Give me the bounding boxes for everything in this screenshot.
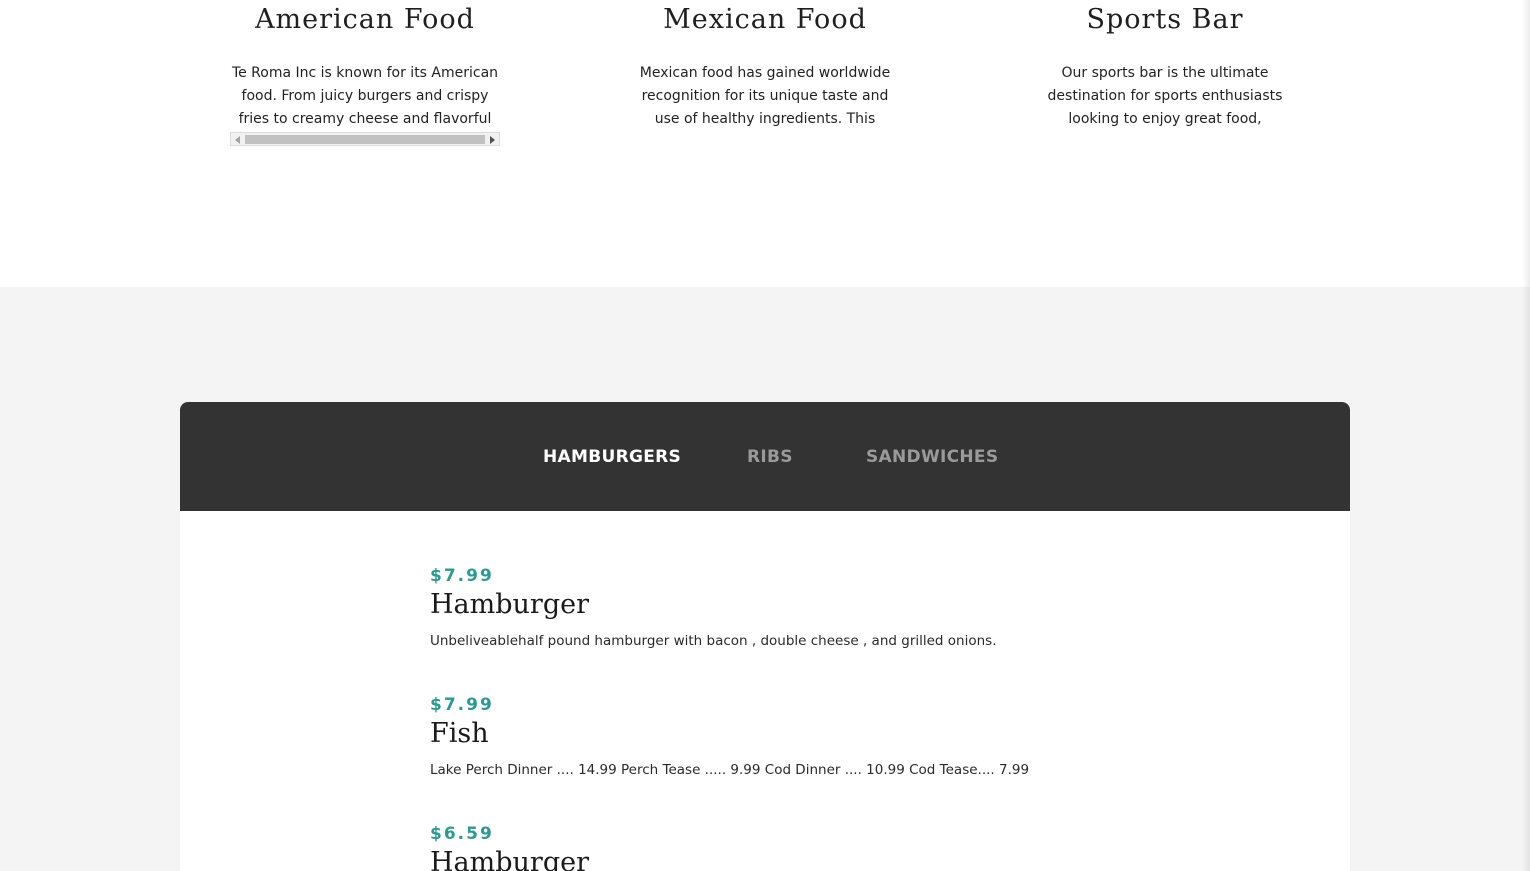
feature-title: Mexican Food [663,4,867,35]
item-price: $7.99 [430,566,494,586]
page-edge-shadow [1522,0,1530,871]
menu-card: HAMBURGERS RIBS SANDWICHES $7.99 Hamburg… [180,402,1350,871]
tab-ribs[interactable]: RIBS [747,447,793,467]
item-name: Fish [430,718,489,749]
feature-title: American Food [255,4,475,35]
feature-title: Sports Bar [1086,4,1244,35]
item-description: Unbeliveablehalf pound hamburger with ba… [430,633,997,649]
menu-item: $7.99 Fish Lake Perch Dinner .... 14.99 … [430,695,1029,778]
item-price: $7.99 [430,695,494,715]
item-description: Lake Perch Dinner .... 14.99 Perch Tease… [430,762,1030,778]
scrollbar-thumb[interactable] [245,135,485,144]
feature-text: Our sports bar is the ultimate destinati… [1047,65,1283,127]
tab-hamburgers[interactable]: HAMBURGERS [543,447,681,467]
feature-text: Mexican food has gained worldwide recogn… [639,65,891,127]
item-name: Hamburger [430,847,589,871]
horizontal-scrollbar[interactable] [230,132,500,146]
item-price: $6.59 [430,824,494,844]
menu-tabs: HAMBURGERS RIBS SANDWICHES [180,402,1350,511]
page: American Food Te Roma Inc is known for i… [0,0,1530,871]
scroll-left-arrow-icon[interactable] [235,136,240,144]
features-section: American Food Te Roma Inc is known for i… [0,0,1530,287]
tab-sandwiches[interactable]: SANDWICHES [866,447,998,467]
menu-item: $7.99 Hamburger Unbeliveablehalf pound h… [430,566,997,649]
item-name: Hamburger [430,589,589,620]
feature-text: Te Roma Inc is known for its American fo… [231,65,499,127]
scroll-right-arrow-icon[interactable] [490,136,495,144]
menu-item: $6.59 Hamburger [430,824,589,871]
